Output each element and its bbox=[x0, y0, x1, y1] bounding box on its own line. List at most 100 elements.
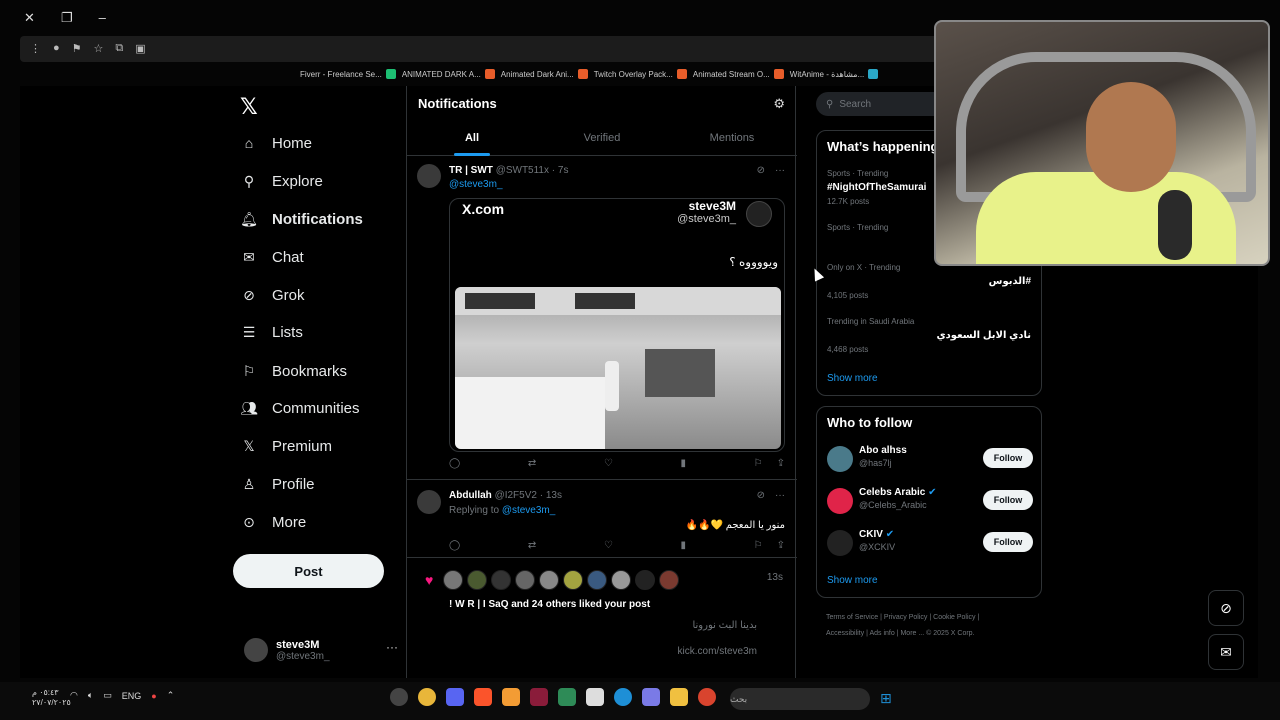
quoted-card[interactable]: X.com steve3M @steve3m_ ويووووه ؟ bbox=[449, 198, 785, 452]
follow-suggestion[interactable]: Abo alhss @has7lj Follow bbox=[827, 443, 1033, 473]
more-dots-icon[interactable]: ··· bbox=[775, 490, 785, 501]
avatar[interactable] bbox=[659, 570, 680, 590]
avatar[interactable] bbox=[417, 490, 441, 514]
gear-icon[interactable]: ⚙ bbox=[773, 96, 785, 112]
liked-post-link[interactable]: kick.com/steve3m bbox=[678, 646, 757, 657]
sidebar-item-bookmarks[interactable]: ⚐ Bookmarks bbox=[240, 362, 347, 380]
follow-suggestion[interactable]: CKIV ✔ @XCKIV Follow bbox=[827, 527, 1033, 557]
tweet[interactable]: Abdullah @I2F5V2 · 13s Replying to @stev… bbox=[407, 480, 797, 558]
restore-icon[interactable]: ❐ bbox=[61, 10, 73, 26]
avatar[interactable] bbox=[563, 570, 584, 590]
views-icon[interactable]: ▮ bbox=[680, 458, 686, 469]
tweet-mention-link[interactable]: @steve3m_ bbox=[502, 505, 556, 516]
chevron-up-icon[interactable]: ⌃ bbox=[167, 690, 175, 701]
footer-link[interactable]: Ads info bbox=[869, 630, 894, 637]
retweet-icon[interactable]: ⇄ bbox=[528, 458, 536, 469]
brave-icon[interactable] bbox=[474, 688, 492, 706]
extension-icon[interactable]: ⚑ bbox=[72, 42, 82, 55]
messages-fab-icon[interactable]: ✉ bbox=[1208, 634, 1244, 670]
more-dots-icon[interactable]: ··· bbox=[386, 640, 398, 654]
menu-dots-icon[interactable]: ⋮ bbox=[30, 42, 41, 55]
sidebar-item-communities[interactable]: 👥︎ Communities bbox=[240, 399, 359, 417]
sidebar-item-premium[interactable]: 𝕏 Premium bbox=[240, 437, 332, 455]
follow-button[interactable]: Follow bbox=[983, 448, 1033, 468]
wifi-icon[interactable]: ◠ bbox=[70, 690, 78, 701]
bookmark-item[interactable]: Animated Stream O... bbox=[693, 69, 784, 79]
minimize-icon[interactable]: – bbox=[99, 10, 106, 26]
follow-button[interactable]: Follow bbox=[983, 490, 1033, 510]
share-icon[interactable]: ⇪ bbox=[777, 458, 785, 469]
post-button[interactable]: Post bbox=[233, 554, 384, 588]
bookmark-icon[interactable]: ⚐ bbox=[754, 458, 763, 469]
folder-icon[interactable] bbox=[670, 688, 688, 706]
follow-suggestion[interactable]: Celebs Arabic ✔ @Celebs_Arabic Follow bbox=[827, 485, 1033, 515]
volume-icon[interactable]: 🔈︎ bbox=[88, 690, 93, 701]
media-image[interactable] bbox=[455, 287, 781, 449]
account-switcher[interactable]: steve3M @steve3m_ ··· bbox=[244, 634, 398, 666]
tab-mentions[interactable]: Mentions bbox=[667, 128, 797, 155]
grok-icon[interactable]: ⊘ bbox=[757, 165, 765, 176]
grok-icon[interactable]: ⊘ bbox=[757, 490, 765, 501]
bookmark-item[interactable]: Animated Dark Ani... bbox=[501, 69, 588, 79]
chrome-icon[interactable] bbox=[698, 688, 716, 706]
like-icon[interactable]: ♡ bbox=[604, 458, 613, 469]
app-icon[interactable] bbox=[558, 688, 576, 706]
edge-icon[interactable] bbox=[614, 688, 632, 706]
close-icon[interactable]: ✕ bbox=[24, 10, 35, 26]
tweet-author-name[interactable]: Abdullah bbox=[449, 490, 492, 501]
avatar[interactable] bbox=[443, 570, 464, 590]
profile-icon[interactable]: ● bbox=[53, 42, 60, 55]
sidebar-item-grok[interactable]: ⊘ Grok bbox=[240, 286, 304, 304]
bookmark-item[interactable]: Twitch Overlay Pack... bbox=[594, 69, 687, 79]
chrome-icon[interactable] bbox=[418, 688, 436, 706]
trend-name[interactable]: #الدبوس bbox=[989, 276, 1031, 287]
app-icon[interactable] bbox=[530, 688, 548, 706]
star-icon[interactable]: ☆ bbox=[94, 42, 104, 55]
copilot-icon[interactable] bbox=[642, 688, 660, 706]
avatar[interactable] bbox=[515, 570, 536, 590]
trend-name[interactable]: نادي الابل السعودي bbox=[937, 330, 1032, 341]
show-more-link[interactable]: Show more bbox=[827, 575, 878, 586]
footer-link[interactable]: Terms of Service bbox=[826, 614, 878, 621]
grok-fab-icon[interactable]: ⊘ bbox=[1208, 590, 1244, 626]
avatar[interactable] bbox=[611, 570, 632, 590]
sidebar-item-home[interactable]: ⌂ Home bbox=[240, 134, 312, 152]
sidebar-item-profile[interactable]: ♙ Profile bbox=[240, 475, 315, 493]
tab-verified[interactable]: Verified bbox=[537, 128, 667, 155]
views-icon[interactable]: ▮ bbox=[680, 540, 686, 551]
footer-link[interactable]: Accessibility bbox=[826, 630, 864, 637]
taskbar-search[interactable]: بحث bbox=[730, 688, 870, 710]
windows-start-icon[interactable]: ⊞ bbox=[880, 690, 892, 707]
tweet-mention-link[interactable]: @steve3m_ bbox=[449, 179, 503, 190]
more-dots-icon[interactable]: ··· bbox=[775, 165, 785, 176]
app-icon[interactable] bbox=[502, 688, 520, 706]
avatar[interactable] bbox=[417, 164, 441, 188]
cast-icon[interactable]: ▣ bbox=[135, 42, 145, 55]
obs-icon[interactable] bbox=[390, 688, 408, 706]
sidebar-item-lists[interactable]: ☰ Lists bbox=[240, 323, 303, 341]
trend-name[interactable]: #NightOfTheSamurai bbox=[827, 182, 926, 193]
bookmark-icon[interactable]: ⚐ bbox=[754, 540, 763, 551]
like-icon[interactable]: ♡ bbox=[604, 540, 613, 551]
footer-link[interactable]: Cookie Policy bbox=[933, 614, 975, 621]
footer-link[interactable]: More ... bbox=[900, 630, 924, 637]
language-indicator[interactable]: ENG bbox=[122, 691, 142, 701]
sidebar-item-more[interactable]: ⊙ More bbox=[240, 513, 306, 531]
microphone-icon[interactable]: ● bbox=[151, 691, 156, 701]
bookmark-item[interactable]: Fiverr - Freelance Se... bbox=[300, 69, 396, 79]
show-more-link[interactable]: Show more bbox=[827, 373, 878, 384]
clock[interactable]: ٠٥:٤٣ م ٢٧/٠٧/٢٠٢٥ bbox=[32, 688, 71, 708]
retweet-icon[interactable]: ⇄ bbox=[528, 540, 536, 551]
sidebar-item-notifications[interactable]: 🔔︎ Notifications bbox=[240, 210, 363, 228]
share-icon[interactable]: ⧉ bbox=[115, 42, 123, 55]
sidebar-item-explore[interactable]: ⚲ Explore bbox=[240, 172, 323, 190]
avatar[interactable] bbox=[467, 570, 488, 590]
avatar[interactable] bbox=[635, 570, 656, 590]
tweet-author-name[interactable]: TR | SWT bbox=[449, 165, 493, 176]
calculator-icon[interactable] bbox=[586, 688, 604, 706]
avatar[interactable] bbox=[491, 570, 512, 590]
reply-icon[interactable]: ◯ bbox=[449, 458, 460, 469]
reply-icon[interactable]: ◯ bbox=[449, 540, 460, 551]
sidebar-item-chat[interactable]: ✉ Chat bbox=[240, 248, 304, 266]
follow-button[interactable]: Follow bbox=[983, 532, 1033, 552]
